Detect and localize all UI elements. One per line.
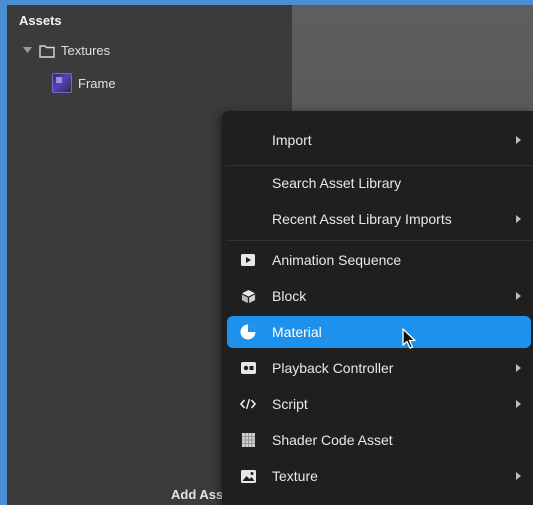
menu-item-label: Recent Asset Library Imports <box>272 211 452 227</box>
cube-icon <box>240 288 256 304</box>
shader-grid-icon <box>240 432 256 448</box>
menu-item-label: Shader Code Asset <box>272 432 393 448</box>
submenu-arrow-icon <box>516 215 521 223</box>
tree-item-label: Textures <box>61 43 111 58</box>
menu-item-label: Playback Controller <box>272 360 394 376</box>
submenu-arrow-icon <box>516 472 521 480</box>
menu-item-animation-sequence[interactable]: Animation Sequence <box>226 244 533 276</box>
playback-controller-icon <box>240 360 256 376</box>
tree-item-frame-texture[interactable]: Frame <box>52 73 116 93</box>
play-square-icon <box>240 252 256 268</box>
menu-divider <box>226 165 533 166</box>
add-asset-context-menu: Import Search Asset Library Recent Asset… <box>222 111 533 505</box>
menu-item-label: Block <box>272 288 307 304</box>
menu-item-label: Script <box>272 396 308 412</box>
tree-item-textures-folder[interactable]: Textures <box>21 43 110 58</box>
scene-viewport[interactable] <box>292 5 533 113</box>
code-icon <box>240 396 256 412</box>
mouse-pointer-icon <box>402 328 416 349</box>
image-icon <box>240 468 256 484</box>
tree-item-label: Frame <box>78 75 116 91</box>
menu-item-import[interactable]: Import <box>226 124 533 156</box>
menu-item-script[interactable]: Script <box>226 388 533 420</box>
menu-item-label: Search Asset Library <box>272 175 402 191</box>
assets-panel-title: Assets <box>19 13 62 28</box>
editor-window: Assets Textures Frame Add Asset + Import <box>7 5 533 505</box>
material-sphere-icon <box>240 324 256 340</box>
submenu-arrow-icon <box>516 292 521 300</box>
menu-item-texture[interactable]: Texture <box>226 460 533 492</box>
menu-item-block[interactable]: Block <box>226 280 533 312</box>
menu-item-label: Texture <box>272 468 318 484</box>
caret-down-icon[interactable] <box>21 45 33 57</box>
menu-item-search-asset-library[interactable]: Search Asset Library <box>226 167 533 199</box>
menu-item-playback-controller[interactable]: Playback Controller <box>226 352 533 384</box>
folder-icon <box>39 44 55 58</box>
submenu-arrow-icon <box>516 400 521 408</box>
menu-divider <box>226 240 533 241</box>
menu-item-recent-asset-library-imports[interactable]: Recent Asset Library Imports <box>226 203 533 235</box>
menu-item-shader-code-asset[interactable]: Shader Code Asset <box>226 424 533 456</box>
menu-item-label: Animation Sequence <box>272 252 402 268</box>
submenu-arrow-icon <box>516 136 521 144</box>
submenu-arrow-icon <box>516 364 521 372</box>
menu-item-label: Import <box>272 132 312 148</box>
texture-thumbnail-icon <box>52 73 72 93</box>
menu-item-material[interactable]: Material <box>227 316 531 348</box>
menu-item-label: Material <box>272 324 322 340</box>
